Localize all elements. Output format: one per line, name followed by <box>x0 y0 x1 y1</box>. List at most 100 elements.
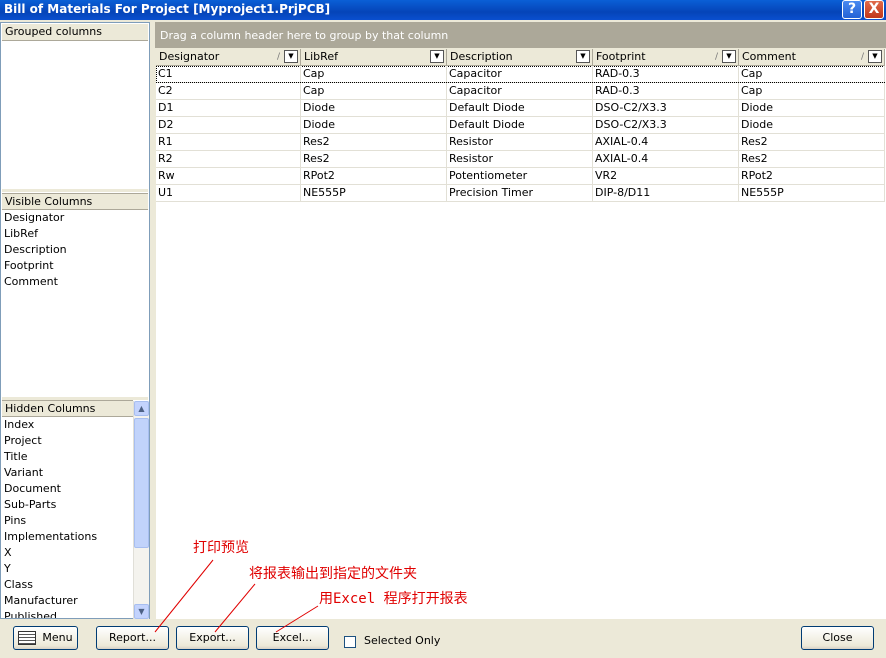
table-cell: D2 <box>156 117 301 133</box>
table-row[interactable]: R2 Res2 Resistor AXIAL-0.4 Res2 <box>156 151 885 168</box>
sort-icon: / <box>860 52 864 62</box>
scroll-down-icon[interactable]: ▼ <box>134 604 149 619</box>
hidden-column-item[interactable]: Published <box>4 609 97 618</box>
column-header-description[interactable]: Description ▼ <box>447 49 593 66</box>
column-header-libref[interactable]: LibRef ▼ <box>301 49 447 66</box>
hidden-column-item[interactable]: Pins <box>4 513 97 529</box>
hidden-column-item[interactable]: Project <box>4 433 97 449</box>
selected-only-checkbox[interactable] <box>344 636 356 648</box>
table-cell: R1 <box>156 134 301 150</box>
table-cell: AXIAL-0.4 <box>593 134 739 150</box>
menu-button[interactable]: Menu <box>13 626 78 650</box>
table-cell: Res2 <box>739 134 885 150</box>
table-cell: Diode <box>301 117 447 133</box>
table-cell: DIP-8/D11 <box>593 185 739 201</box>
table-row[interactable]: C1 Cap Capacitor RAD-0.3 Cap <box>156 66 885 83</box>
scroll-up-icon[interactable]: ▲ <box>134 401 149 416</box>
group-by-area[interactable]: Drag a column header here to group by th… <box>155 22 886 48</box>
title-bar: Bill of Materials For Project [Myproject… <box>0 0 886 20</box>
hidden-columns-scrollbar[interactable]: ▲ ▼ <box>133 401 149 619</box>
selected-only-label: Selected Only <box>364 634 441 647</box>
excel-button[interactable]: Excel... <box>256 626 329 650</box>
table-row[interactable]: Rw RPot2 Potentiometer VR2 RPot2 <box>156 168 885 185</box>
table-cell: DSO-C2/X3.3 <box>593 100 739 116</box>
table-row[interactable]: R1 Res2 Resistor AXIAL-0.4 Res2 <box>156 134 885 151</box>
filter-dropdown-icon[interactable]: ▼ <box>430 50 444 63</box>
table-cell: Cap <box>739 66 885 82</box>
columns-panel: Grouped columns Visible Columns Designat… <box>0 22 150 619</box>
table-cell: Diode <box>739 117 885 133</box>
table-cell: DSO-C2/X3.3 <box>593 117 739 133</box>
table-cell: RPot2 <box>739 168 885 184</box>
close-button[interactable]: Close <box>801 626 874 650</box>
table-cell: RAD-0.3 <box>593 66 739 82</box>
table-cell: Cap <box>301 83 447 99</box>
hidden-column-item[interactable]: Title <box>4 449 97 465</box>
bom-grid: Drag a column header here to group by th… <box>155 22 886 619</box>
grouped-columns-header: Grouped columns <box>2 24 148 41</box>
filter-dropdown-icon[interactable]: ▼ <box>284 50 298 63</box>
panel-divider[interactable] <box>2 189 148 192</box>
table-cell: Potentiometer <box>447 168 593 184</box>
table-cell: RAD-0.3 <box>593 83 739 99</box>
visible-column-item[interactable]: Comment <box>4 274 67 290</box>
table-cell: AXIAL-0.4 <box>593 151 739 167</box>
table-cell: Precision Timer <box>447 185 593 201</box>
column-header-designator[interactable]: Designator / ▼ <box>156 49 301 66</box>
visible-column-item[interactable]: LibRef <box>4 226 67 242</box>
hidden-column-item[interactable]: Sub-Parts <box>4 497 97 513</box>
table-cell: NE555P <box>301 185 447 201</box>
table-cell: RPot2 <box>301 168 447 184</box>
scroll-thumb[interactable] <box>134 418 149 548</box>
table-cell: D1 <box>156 100 301 116</box>
visible-column-item[interactable]: Footprint <box>4 258 67 274</box>
table-cell: Res2 <box>739 151 885 167</box>
table-row[interactable]: D1 Diode Default Diode DSO-C2/X3.3 Diode <box>156 100 885 117</box>
table-row[interactable]: U1 NE555P Precision Timer DIP-8/D11 NE555P <box>156 185 885 202</box>
visible-columns-header: Visible Columns <box>2 193 148 210</box>
table-cell: C1 <box>156 66 301 82</box>
visible-column-item[interactable]: Description <box>4 242 67 258</box>
visible-columns-list: Designator LibRef Description Footprint … <box>4 210 67 290</box>
table-cell: C2 <box>156 83 301 99</box>
table-row[interactable]: C2 Cap Capacitor RAD-0.3 Cap <box>156 83 885 100</box>
filter-dropdown-icon[interactable]: ▼ <box>868 50 882 63</box>
table-row[interactable]: D2 Diode Default Diode DSO-C2/X3.3 Diode <box>156 117 885 134</box>
annotation-excel: 用Excel 程序打开报表 <box>319 591 468 607</box>
hidden-column-item[interactable]: Implementations <box>4 529 97 545</box>
annotation-print-preview: 打印预览 <box>193 540 249 556</box>
hidden-column-item[interactable]: Index <box>4 417 97 433</box>
export-button[interactable]: Export... <box>176 626 249 650</box>
column-header-footprint[interactable]: Footprint / ▼ <box>593 49 739 66</box>
hidden-column-item[interactable]: X <box>4 545 97 561</box>
table-cell: Res2 <box>301 134 447 150</box>
table-cell: Capacitor <box>447 66 593 82</box>
table-cell: Cap <box>739 83 885 99</box>
table-cell: Cap <box>301 66 447 82</box>
hidden-column-item[interactable]: Document <box>4 481 97 497</box>
hidden-column-item[interactable]: Class <box>4 577 97 593</box>
hidden-column-item[interactable]: Variant <box>4 465 97 481</box>
table-cell: Diode <box>301 100 447 116</box>
table-cell: Capacitor <box>447 83 593 99</box>
hidden-columns-list: Index Project Title Variant Document Sub… <box>1 417 131 618</box>
table-cell: R2 <box>156 151 301 167</box>
column-header-comment[interactable]: Comment / ▼ <box>739 49 885 66</box>
hidden-column-item[interactable]: Y <box>4 561 97 577</box>
close-window-button[interactable]: X <box>864 0 884 19</box>
visible-column-item[interactable]: Designator <box>4 210 67 226</box>
table-cell: Diode <box>739 100 885 116</box>
filter-dropdown-icon[interactable]: ▼ <box>722 50 736 63</box>
hidden-column-item[interactable]: Manufacturer <box>4 593 97 609</box>
help-button[interactable]: ? <box>842 0 862 19</box>
menu-icon <box>18 631 37 645</box>
table-cell: Default Diode <box>447 117 593 133</box>
table-cell: U1 <box>156 185 301 201</box>
report-button[interactable]: Report... <box>96 626 169 650</box>
table-cell: NE555P <box>739 185 885 201</box>
table-cell: Rw <box>156 168 301 184</box>
hidden-columns-header: Hidden Columns <box>2 400 133 417</box>
filter-dropdown-icon[interactable]: ▼ <box>576 50 590 63</box>
sort-icon: / <box>276 52 280 62</box>
table-cell: Res2 <box>301 151 447 167</box>
